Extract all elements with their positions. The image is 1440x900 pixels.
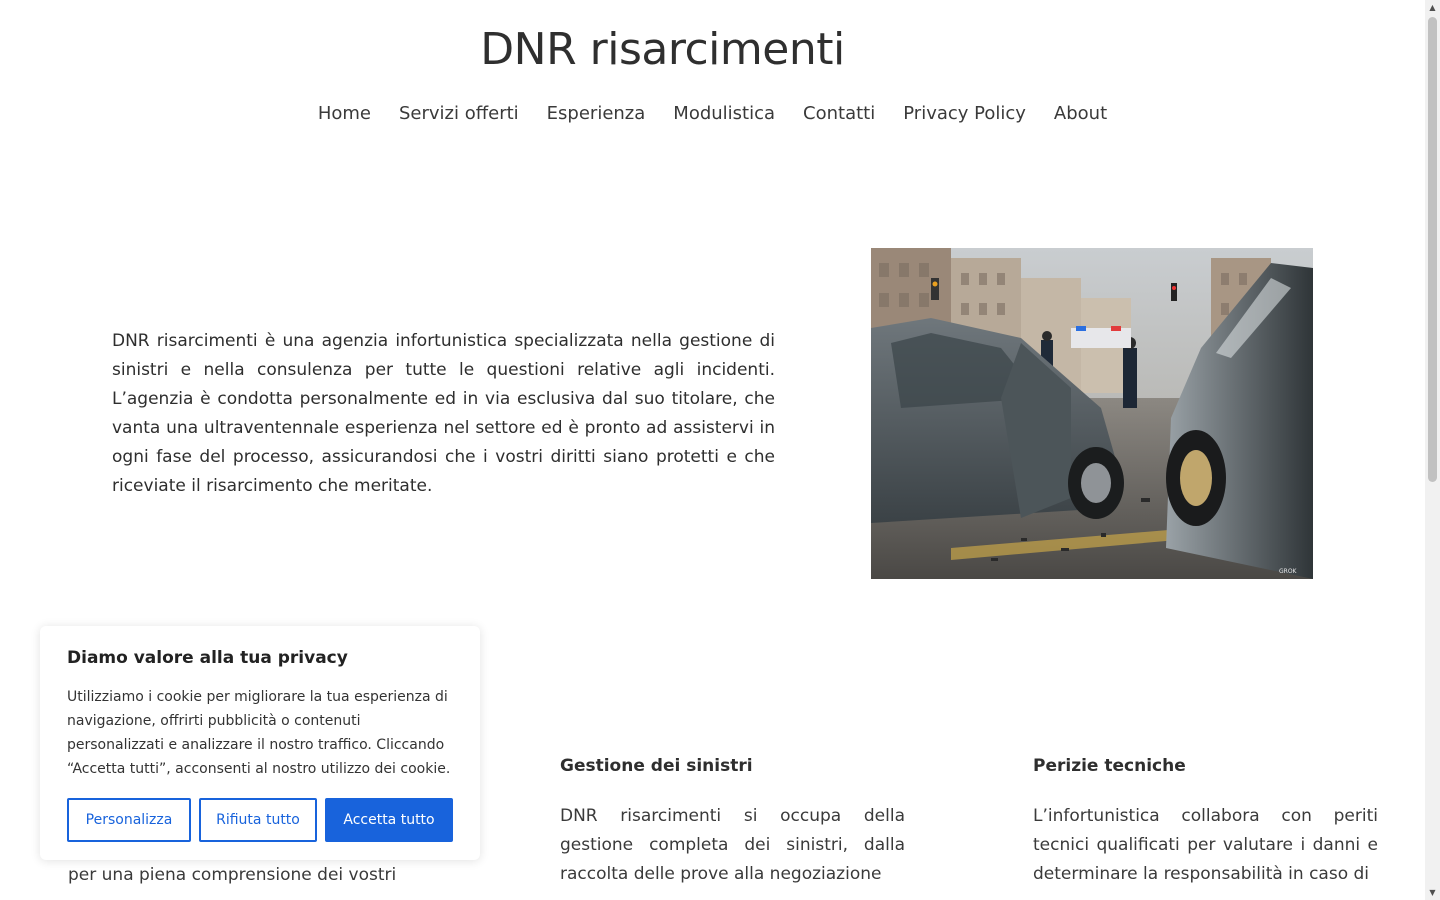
cookie-accept-button[interactable]: Accetta tutto — [325, 798, 453, 842]
page-scrollbar[interactable]: ▲ ▼ — [1425, 0, 1440, 900]
site-title[interactable]: DNR risarcimenti — [0, 22, 1325, 78]
service-gestione: Gestione dei sinistri DNR risarcimenti s… — [560, 752, 905, 889]
service-left-partial-text: per una piena comprensione dei vostri — [68, 865, 397, 885]
service-gestione-text: DNR risarcimenti si occupa della gestion… — [560, 806, 905, 884]
cookie-title: Diamo valore alla tua privacy — [67, 648, 348, 668]
main-nav: Home Servizi offerti Esperienza Modulist… — [0, 100, 1425, 128]
nav-item-about[interactable]: About — [1040, 100, 1121, 128]
cookie-reject-button[interactable]: Rifiuta tutto — [199, 798, 317, 842]
image-watermark: GROK — [1279, 568, 1298, 575]
cookie-customize-button[interactable]: Personalizza — [67, 798, 191, 842]
nav-item-servizi[interactable]: Servizi offerti — [385, 100, 533, 128]
cookie-actions: Personalizza Rifiuta tutto Accetta tutto — [67, 798, 453, 842]
service-gestione-title: Gestione dei sinistri — [560, 756, 753, 776]
service-perizie: Perizie tecniche L’infortunistica collab… — [1033, 752, 1378, 889]
scroll-up-icon[interactable]: ▲ — [1425, 0, 1440, 15]
nav-item-modulistica[interactable]: Modulistica — [659, 100, 789, 128]
nav-item-contatti[interactable]: Contatti — [789, 100, 889, 128]
page: DNR risarcimenti Home Servizi offerti Es… — [0, 0, 1440, 900]
cookie-banner: Diamo valore alla tua privacy Utilizziam… — [40, 626, 480, 860]
scroll-down-icon[interactable]: ▼ — [1425, 885, 1440, 900]
service-perizie-text: L’infortunistica collabora con periti te… — [1033, 806, 1378, 884]
service-perizie-title: Perizie tecniche — [1033, 756, 1186, 776]
nav-item-home[interactable]: Home — [304, 100, 385, 128]
nav-item-esperienza[interactable]: Esperienza — [533, 100, 660, 128]
nav-item-privacy[interactable]: Privacy Policy — [889, 100, 1040, 128]
cookie-text: Utilizziamo i cookie per migliorare la t… — [67, 689, 451, 777]
intro-paragraph: DNR risarcimenti è una agenzia infortuni… — [112, 331, 775, 496]
scrollbar-thumb[interactable] — [1428, 17, 1437, 482]
car-accident-image: GROK — [871, 248, 1313, 579]
